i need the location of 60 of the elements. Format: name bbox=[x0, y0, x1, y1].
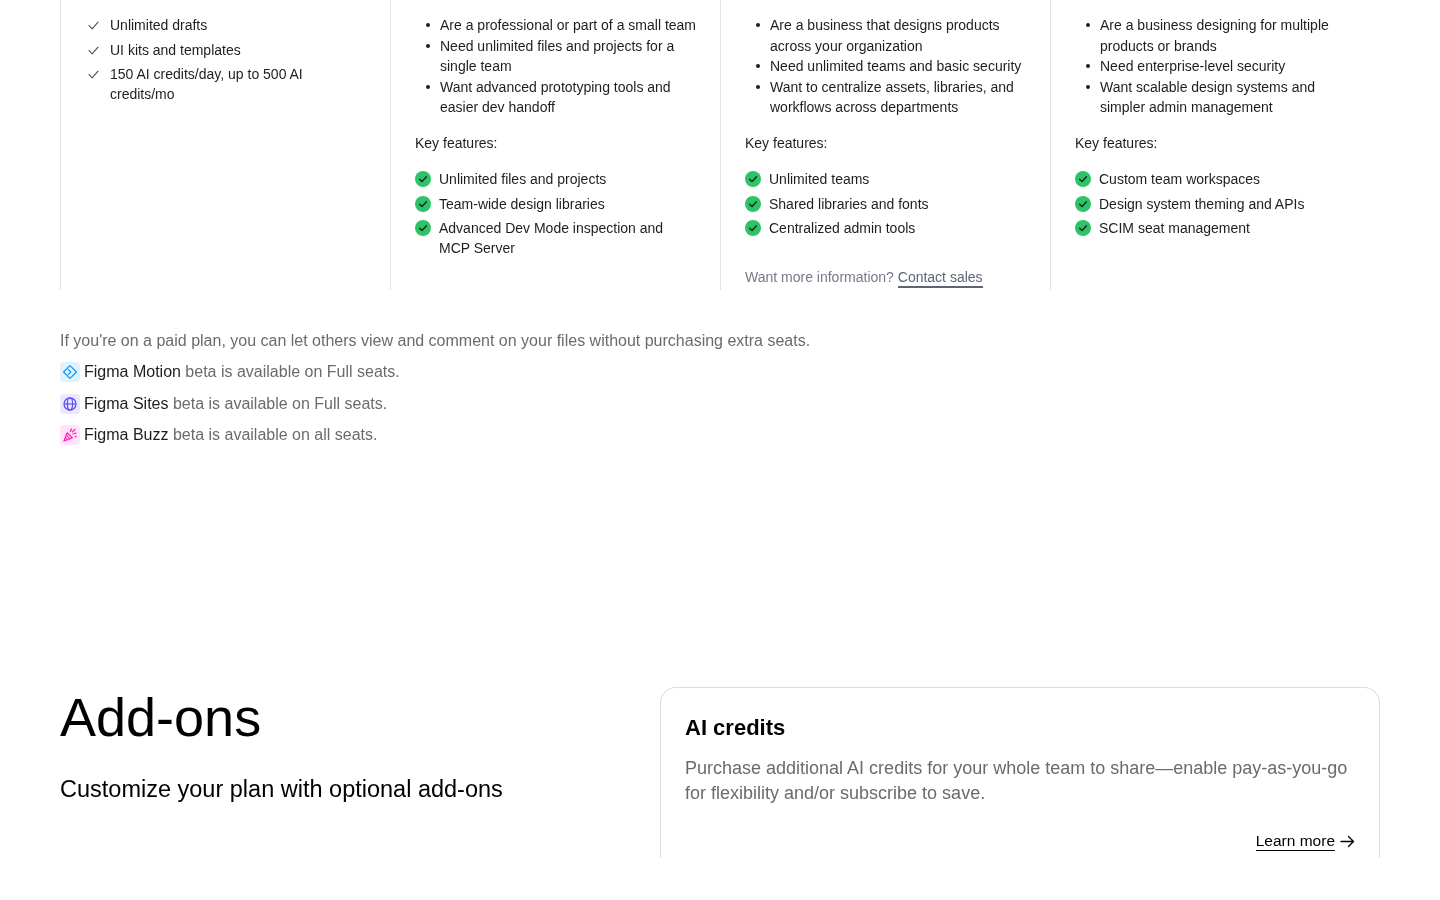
feature-text: Advanced Dev Mode inspection and MCP Server bbox=[439, 219, 665, 258]
audience-text: Need unlimited teams and basic security bbox=[770, 57, 1022, 76]
audience-text: Want to centralize assets, libraries, and workflows across departments bbox=[770, 77, 1015, 117]
feature-text: Unlimited teams bbox=[769, 170, 870, 189]
feature-text: Design system theming and APIs bbox=[1099, 194, 1305, 214]
diamond-icon bbox=[60, 362, 80, 382]
beta-availability-text: Figma Sites beta is available on Full seats. bbox=[84, 393, 388, 414]
feature-text: Unlimited drafts bbox=[110, 16, 208, 35]
audience-text: Are a business that designs products across your organization bbox=[770, 16, 1001, 56]
check-circle-icon bbox=[1075, 220, 1091, 236]
learn-more-link[interactable]: Learn more bbox=[1255, 832, 1355, 851]
feature-text: Custom team workspaces bbox=[1099, 170, 1261, 189]
card-description: Purchase additional AI credits for your whole team to share—enable pay-as-you-go for flexibility and/or subscribe to save. bbox=[685, 757, 1349, 805]
key-features-label: Key features: bbox=[415, 134, 499, 153]
check-circle-icon bbox=[415, 171, 431, 187]
key-features-label: Key features: bbox=[1075, 134, 1159, 153]
key-features-label: Key features: bbox=[745, 134, 829, 153]
check-circle-icon bbox=[415, 220, 431, 236]
check-icon bbox=[88, 21, 99, 30]
feature-text: Centralized admin tools bbox=[769, 219, 916, 238]
check-circle-icon bbox=[745, 195, 761, 212]
beta-availability-text: Figma Buzz beta is available on all seats. bbox=[84, 425, 378, 445]
check-circle-icon bbox=[745, 220, 761, 236]
bullet-icon bbox=[1086, 64, 1090, 68]
section-heading: Add-ons bbox=[60, 690, 263, 744]
audience-text: Want scalable design systems and simpler admin management bbox=[1100, 77, 1317, 117]
beta-availability-text: Figma Motion beta is available on Full seats. bbox=[84, 362, 400, 382]
feature-text: UI kits and templates bbox=[110, 40, 241, 60]
bullet-icon bbox=[756, 64, 760, 68]
seats-note-text: If you're on a paid plan, you can let others view and comment on your files without purchasing extra seats. bbox=[60, 331, 812, 351]
check-icon bbox=[88, 70, 99, 79]
bullet-icon bbox=[756, 84, 760, 89]
bullet-icon bbox=[426, 43, 430, 48]
section-subtitle: Customize your plan with optional add-ons bbox=[60, 775, 504, 803]
feature-text: Unlimited files and projects bbox=[439, 170, 607, 189]
feature-text: 150 AI credits/day, up to 500 AI credits/mo bbox=[110, 65, 304, 104]
arrow-right-icon bbox=[1340, 835, 1355, 848]
contact-sales-link[interactable]: Contact sales bbox=[897, 269, 983, 288]
audience-text: Need enterprise-level security bbox=[1100, 57, 1286, 76]
bullet-icon bbox=[1086, 23, 1090, 27]
check-circle-icon bbox=[1075, 195, 1091, 212]
check-icon bbox=[88, 45, 99, 55]
card-title: AI credits bbox=[685, 714, 787, 742]
audience-text: Need unlimited files and projects for a single team bbox=[440, 36, 676, 76]
contact-text: Want more information? Contact sales bbox=[745, 267, 1027, 287]
globe-icon bbox=[60, 393, 80, 414]
bullet-icon bbox=[756, 23, 760, 27]
feature-text: Shared libraries and fonts bbox=[769, 194, 929, 214]
audience-text: Are a business designing for multiple products or brands bbox=[1100, 16, 1330, 56]
audience-text: Are a professional or part of a small team bbox=[440, 16, 696, 35]
party-popper-icon bbox=[60, 425, 80, 445]
feature-text: Team-wide design libraries bbox=[439, 194, 605, 214]
check-circle-icon bbox=[415, 195, 431, 212]
check-circle-icon bbox=[745, 171, 761, 187]
bullet-icon bbox=[1086, 84, 1090, 89]
feature-text: SCIM seat management bbox=[1099, 219, 1250, 238]
bullet-icon bbox=[426, 23, 430, 27]
bullet-icon bbox=[426, 84, 430, 89]
audience-text: Want advanced prototyping tools and easier dev handoff bbox=[440, 77, 672, 117]
check-circle-icon bbox=[1075, 171, 1091, 187]
